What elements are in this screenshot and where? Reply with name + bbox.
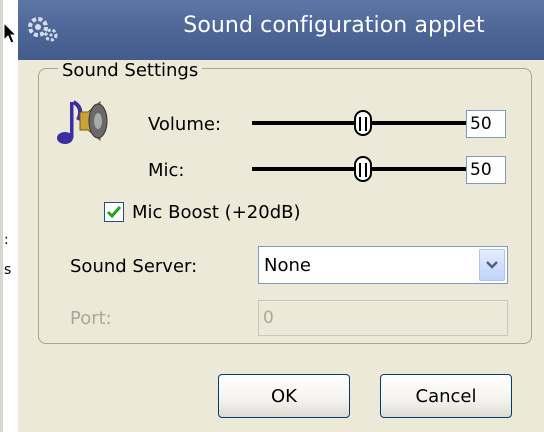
volume-slider[interactable] xyxy=(252,110,474,136)
mouse-cursor-icon xyxy=(3,22,17,44)
groupbox-title: Sound Settings xyxy=(58,60,203,81)
checkmark-icon xyxy=(106,206,122,219)
background-window-edge xyxy=(0,0,3,432)
mic-value-field[interactable]: 50 xyxy=(466,156,506,184)
sound-server-label: Sound Server: xyxy=(70,256,198,277)
mic-boost-checkbox[interactable] xyxy=(104,202,124,222)
port-input: 0 xyxy=(258,300,508,336)
volume-slider-thumb[interactable] xyxy=(354,110,372,136)
mic-label: Mic: xyxy=(148,160,185,181)
title-bar[interactable]: Sound configuration applet xyxy=(18,0,544,60)
sound-config-dialog: Sound configuration applet Sound Setting… xyxy=(18,0,544,432)
port-label: Port: xyxy=(70,308,112,329)
background-text-fragment: s xyxy=(4,262,12,278)
window-title: Sound configuration applet xyxy=(183,13,485,38)
mic-boost-label[interactable]: Mic Boost (+20dB) xyxy=(132,202,301,223)
gears-icon[interactable] xyxy=(26,15,62,43)
sound-server-dropdown[interactable]: None xyxy=(258,246,508,284)
chevron-down-icon xyxy=(486,261,498,269)
volume-value-field[interactable]: 50 xyxy=(466,110,506,138)
dropdown-arrow-button[interactable] xyxy=(479,249,505,281)
sound-server-selected-value: None xyxy=(264,255,311,276)
volume-label: Volume: xyxy=(148,114,222,135)
mic-slider-thumb[interactable] xyxy=(354,156,372,182)
cancel-button[interactable]: Cancel xyxy=(380,374,512,418)
speaker-music-icon xyxy=(57,100,108,144)
ok-button[interactable]: OK xyxy=(218,374,350,418)
mic-slider[interactable] xyxy=(252,156,474,182)
background-text-fragment: : xyxy=(4,232,9,248)
